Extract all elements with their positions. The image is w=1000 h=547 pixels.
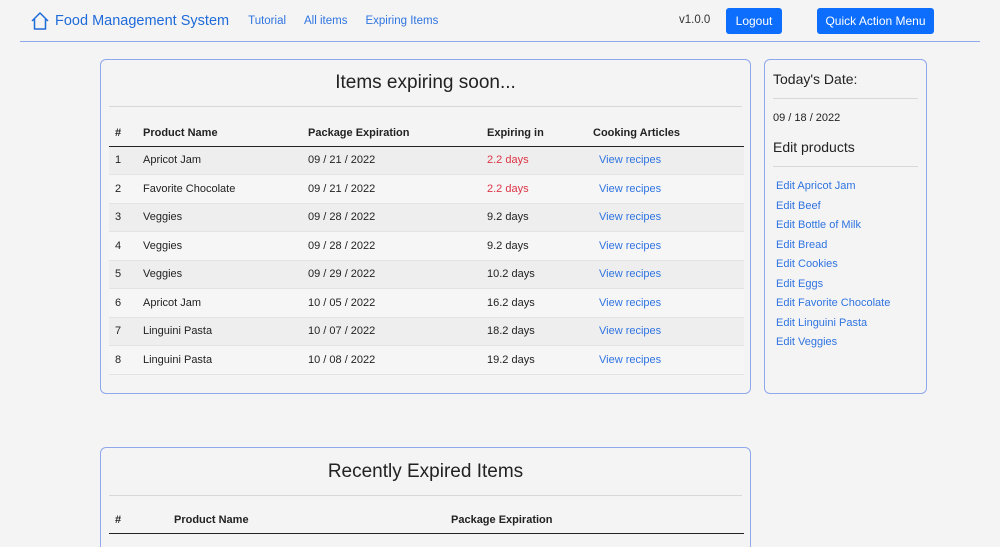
recently-expired-table: # Product Name Package Expiration: [109, 508, 744, 534]
brand-name: Food Management System: [55, 12, 230, 29]
expiring-items-title: Items expiring soon...: [109, 60, 742, 107]
product-name: Linguini Pasta: [137, 345, 302, 375]
view-recipes-link[interactable]: View recipes: [587, 146, 744, 175]
product-name: Favorite Chocolate: [137, 174, 302, 204]
home-icon: [31, 11, 49, 30]
product-name: Veggies: [137, 203, 302, 232]
expiring-in: 19.2 days: [481, 345, 587, 375]
row-number: 5: [109, 260, 137, 289]
product-name: Apricot Jam: [137, 288, 302, 318]
expiring-items-table: # Product Name Package Expiration Expiri…: [109, 121, 744, 375]
expiring-in: 2.2 days: [481, 174, 587, 204]
table-row: 3 Veggies 09 / 28 / 2022 9.2 days View recip…: [109, 203, 744, 232]
quick-action-menu-button[interactable]: Quick Action Menu: [817, 8, 934, 34]
row-number: 6: [109, 288, 137, 318]
edit-products-heading: Edit products: [773, 139, 855, 155]
edit-product-link[interactable]: Edit Linguini Pasta: [776, 316, 890, 336]
package-expiration: 10 / 07 / 2022: [302, 317, 481, 346]
expiring-in: 10.2 days: [481, 260, 587, 289]
edit-product-link[interactable]: Edit Veggies: [776, 335, 890, 355]
edit-product-link[interactable]: Edit Bottle of Milk: [776, 218, 890, 238]
col-header-number: #: [109, 508, 168, 534]
row-number: 8: [109, 345, 137, 375]
product-name: Veggies: [137, 231, 302, 261]
package-expiration: 10 / 05 / 2022: [302, 288, 481, 318]
product-name: Apricot Jam: [137, 146, 302, 175]
col-header-expiring-in: Expiring in: [481, 121, 587, 147]
recently-expired-card: Recently Expired Items # Product Name Pa…: [100, 447, 751, 547]
col-header-number: #: [109, 121, 137, 147]
divider: [773, 166, 918, 167]
table-row: 2 Favorite Chocolate 09 / 21 / 2022 2.2 day…: [109, 174, 744, 204]
package-expiration: 09 / 21 / 2022: [302, 146, 481, 175]
col-header-package-expiration: Package Expiration: [302, 121, 481, 147]
table-header-row: # Product Name Package Expiration Expiri…: [109, 121, 744, 147]
expiring-in: 2.2 days: [481, 146, 587, 175]
col-header-product-name: Product Name: [168, 508, 445, 534]
divider: [773, 98, 918, 99]
view-recipes-link[interactable]: View recipes: [587, 317, 744, 346]
todays-date-value: 09 / 18 / 2022: [773, 112, 841, 124]
table-header-row: # Product Name Package Expiration: [109, 508, 744, 534]
col-header-cooking-articles: Cooking Articles: [587, 121, 744, 147]
col-header-product-name: Product Name: [137, 121, 302, 147]
product-name: Linguini Pasta: [137, 317, 302, 346]
package-expiration: 09 / 21 / 2022: [302, 174, 481, 204]
row-number: 3: [109, 203, 137, 232]
row-number: 4: [109, 231, 137, 261]
view-recipes-link[interactable]: View recipes: [587, 288, 744, 318]
nav-all-items-link[interactable]: All items: [304, 15, 347, 27]
edit-product-link[interactable]: Edit Favorite Chocolate: [776, 296, 890, 316]
edit-product-link[interactable]: Edit Beef: [776, 199, 890, 219]
view-recipes-link[interactable]: View recipes: [587, 174, 744, 204]
table-row: 7 Linguini Pasta 10 / 07 / 2022 18.2 days Vi…: [109, 317, 744, 346]
package-expiration: 09 / 28 / 2022: [302, 231, 481, 261]
edit-product-link[interactable]: Edit Apricot Jam: [776, 179, 890, 199]
package-expiration: 10 / 08 / 2022: [302, 345, 481, 375]
row-number: 1: [109, 146, 137, 175]
recently-expired-title: Recently Expired Items: [109, 448, 742, 496]
table-row: 1 Apricot Jam 09 / 21 / 2022 2.2 days View r…: [109, 146, 744, 175]
table-row: 6 Apricot Jam 10 / 05 / 2022 16.2 days View …: [109, 288, 744, 318]
package-expiration: 09 / 29 / 2022: [302, 260, 481, 289]
edit-product-link[interactable]: Edit Cookies: [776, 257, 890, 277]
expiring-in: 18.2 days: [481, 317, 587, 346]
nav-expiring-items-link[interactable]: Expiring Items: [365, 15, 438, 27]
view-recipes-link[interactable]: View recipes: [587, 231, 744, 261]
view-recipes-link[interactable]: View recipes: [587, 260, 744, 289]
expiring-in: 16.2 days: [481, 288, 587, 318]
brand[interactable]: Food Management System: [30, 11, 229, 31]
row-number: 2: [109, 174, 137, 204]
product-name: Veggies: [137, 260, 302, 289]
expiring-in: 9.2 days: [481, 203, 587, 232]
todays-date-heading: Today's Date:: [773, 71, 858, 87]
table-row: 4 Veggies 09 / 28 / 2022 9.2 days View recip…: [109, 231, 744, 261]
expiring-in: 9.2 days: [481, 231, 587, 261]
view-recipes-link[interactable]: View recipes: [587, 203, 744, 232]
edit-product-link[interactable]: Edit Eggs: [776, 277, 890, 297]
side-panel: Today's Date: 09 / 18 / 2022 Edit produc…: [764, 59, 927, 394]
nav-tutorial-link[interactable]: Tutorial: [248, 15, 286, 27]
edit-products-list: Edit Apricot Jam Edit Beef Edit Bottle of …: [776, 179, 890, 355]
version-label: v1.0.0: [679, 14, 711, 26]
row-number: 7: [109, 317, 137, 346]
package-expiration: 09 / 28 / 2022: [302, 203, 481, 232]
expiring-items-card: Items expiring soon... # Product Name Pa…: [100, 59, 751, 394]
col-header-package-expiration: Package Expiration: [445, 508, 744, 534]
view-recipes-link[interactable]: View recipes: [587, 345, 744, 375]
logout-button[interactable]: Logout: [726, 8, 782, 34]
table-row: 5 Veggies 09 / 29 / 2022 10.2 days View reci…: [109, 260, 744, 289]
edit-product-link[interactable]: Edit Bread: [776, 238, 890, 258]
table-row: 8 Linguini Pasta 10 / 08 / 2022 19.2 days Vi…: [109, 345, 744, 375]
